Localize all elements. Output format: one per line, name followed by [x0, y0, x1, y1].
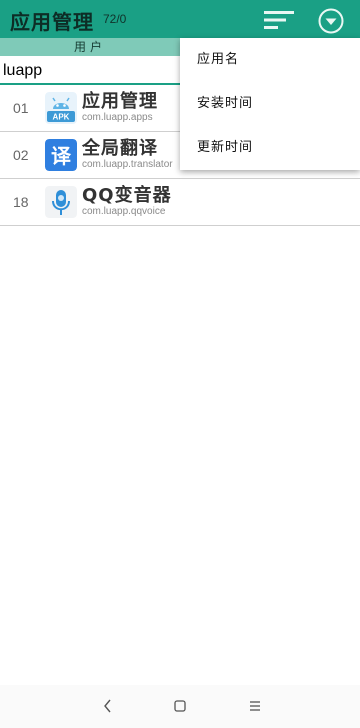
tab-user[interactable]: 用户 — [0, 38, 180, 56]
sort-menu: 应用名 安装时间 更新时间 — [180, 38, 360, 170]
svg-text:译: 译 — [51, 144, 72, 168]
menu-item-update-time[interactable]: 更新时间 — [180, 126, 360, 170]
list-item[interactable]: 18 QQ变音器 com.luapp.qqvoice — [0, 179, 360, 226]
item-index: 01 — [13, 100, 29, 116]
menu-item-install-time[interactable]: 安装时间 — [180, 82, 360, 126]
app-package: com.luapp.translator — [82, 159, 173, 170]
more-options-button[interactable] — [318, 8, 344, 34]
svg-text:APK: APK — [53, 113, 70, 122]
chevron-down-circle-icon — [318, 8, 344, 34]
menu-lines-icon — [250, 701, 260, 711]
sort-button[interactable] — [262, 9, 296, 31]
app-name: QQ变音器 — [82, 185, 172, 206]
microphone-icon — [45, 186, 77, 218]
app-package: com.luapp.qqvoice — [82, 206, 166, 217]
app-name: 应用管理 — [82, 91, 158, 112]
page-title: 应用管理 — [10, 10, 94, 34]
nav-home-button[interactable] — [169, 695, 191, 717]
item-index: 18 — [13, 194, 29, 210]
app-package: com.luapp.apps — [82, 112, 153, 123]
apk-android-icon: APK — [45, 92, 77, 124]
nav-back-button[interactable] — [97, 695, 119, 717]
home-square-icon — [174, 700, 186, 712]
app-bar: 应用管理 72/0 — [0, 0, 360, 38]
sort-lines-icon — [264, 11, 294, 29]
search-input[interactable] — [3, 60, 203, 82]
item-index: 02 — [13, 147, 29, 163]
system-nav-bar — [0, 685, 360, 728]
translate-icon: 译 — [45, 139, 77, 171]
app-count: 72/0 — [103, 12, 127, 26]
nav-menu-button[interactable] — [244, 695, 266, 717]
app-name: 全局翻译 — [82, 138, 158, 159]
back-chevron-icon — [104, 699, 111, 713]
menu-item-app-name[interactable]: 应用名 — [180, 38, 360, 82]
